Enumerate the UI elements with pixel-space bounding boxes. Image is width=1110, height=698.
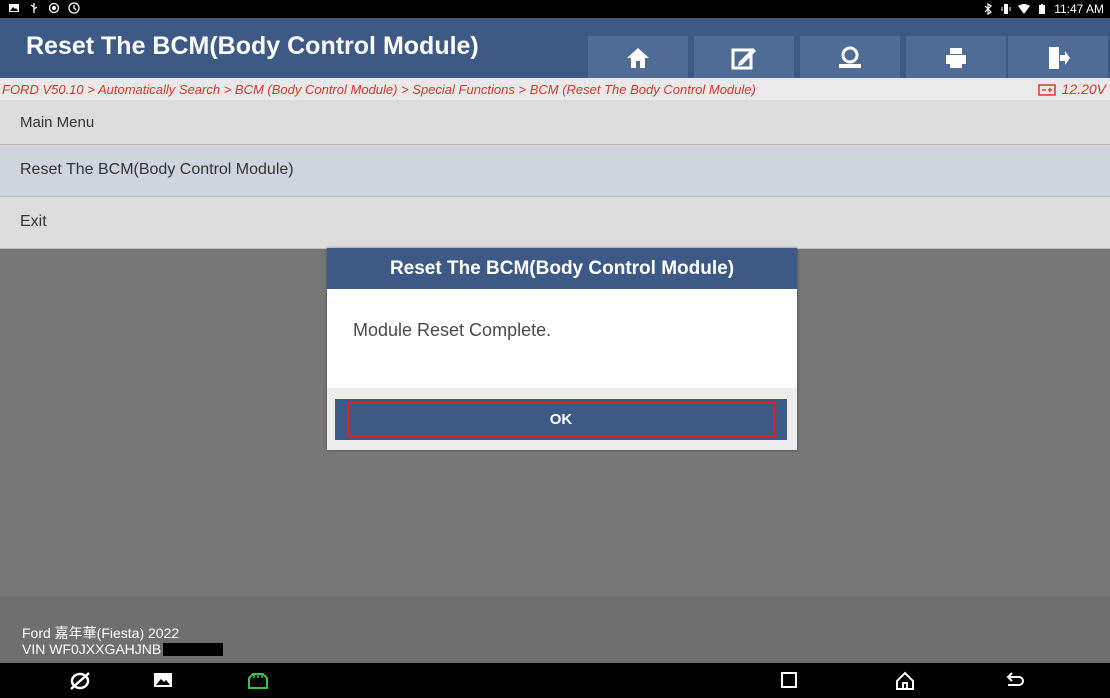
ok-button-highlight	[347, 402, 775, 437]
ok-button[interactable]: OK	[335, 399, 787, 440]
vehicle-info-footer: Ford 嘉年華(Fiesta) 2022 VIN WF0JXXGAHJNB	[0, 597, 1110, 663]
exit-button[interactable]	[1008, 36, 1108, 80]
vci-icon[interactable]	[246, 671, 270, 691]
recents-icon[interactable]	[780, 671, 798, 689]
battery-icon	[1039, 4, 1046, 14]
bluetooth-icon	[984, 3, 993, 15]
app-header: Reset The BCM(Body Control Module)	[0, 18, 1110, 80]
menu-item-reset-bcm[interactable]: Reset The BCM(Body Control Module)	[0, 145, 1110, 197]
record-icon	[48, 2, 60, 14]
edit-button[interactable]	[694, 36, 794, 80]
exit-icon	[1049, 47, 1070, 69]
browser-icon[interactable]	[69, 671, 91, 691]
breadcrumb: FORD V50.10 > Automatically Search > BCM…	[2, 82, 756, 97]
system-nav-bar	[0, 663, 1110, 698]
menu-header-label: Main Menu	[20, 114, 95, 131]
vin-redaction	[163, 642, 224, 656]
vin-line: VIN WF0JXXGAHJNB	[22, 641, 224, 657]
menu-item-label: Reset The BCM(Body Control Module)	[20, 161, 294, 178]
menu-item-exit[interactable]: Exit	[0, 197, 1110, 249]
reset-complete-dialog: Reset The BCM(Body Control Module) Modul…	[327, 248, 797, 450]
wifi-icon	[1018, 4, 1031, 14]
home-button[interactable]	[588, 36, 688, 80]
edit-icon	[731, 48, 756, 70]
battery-voltage-icon	[1037, 83, 1056, 96]
home-nav-icon[interactable]	[894, 671, 916, 691]
voltage-value: 12.20V	[1061, 81, 1106, 97]
usb-icon	[30, 3, 38, 13]
status-bar: 11:47 AM	[0, 0, 1110, 18]
image-icon	[9, 4, 19, 12]
dialog-footer: OK	[327, 388, 797, 450]
dialog-message: Module Reset Complete.	[353, 320, 552, 340]
alarm-icon	[68, 2, 80, 14]
vibrate-icon	[1001, 4, 1011, 14]
user-button[interactable]	[800, 36, 900, 80]
home-icon	[627, 48, 649, 68]
menu-header: Main Menu	[0, 100, 1110, 145]
page-title: Reset The BCM(Body Control Module)	[26, 32, 479, 60]
dialog-title: Reset The BCM(Body Control Module)	[327, 248, 797, 289]
vehicle-model: Ford 嘉年華(Fiesta) 2022	[22, 625, 180, 641]
clock: 11:47 AM	[1054, 2, 1104, 16]
vin-text: VIN WF0JXXGAHJNB	[22, 641, 162, 657]
menu-item-label: Exit	[20, 213, 47, 230]
back-icon[interactable]	[1004, 671, 1026, 691]
print-icon	[946, 48, 966, 68]
user-icon	[839, 46, 861, 68]
print-button[interactable]	[906, 36, 1006, 80]
battery-voltage: 12.20V	[1037, 81, 1106, 97]
gallery-icon[interactable]	[153, 671, 173, 689]
breadcrumb-bar: FORD V50.10 > Automatically Search > BCM…	[0, 78, 1110, 100]
